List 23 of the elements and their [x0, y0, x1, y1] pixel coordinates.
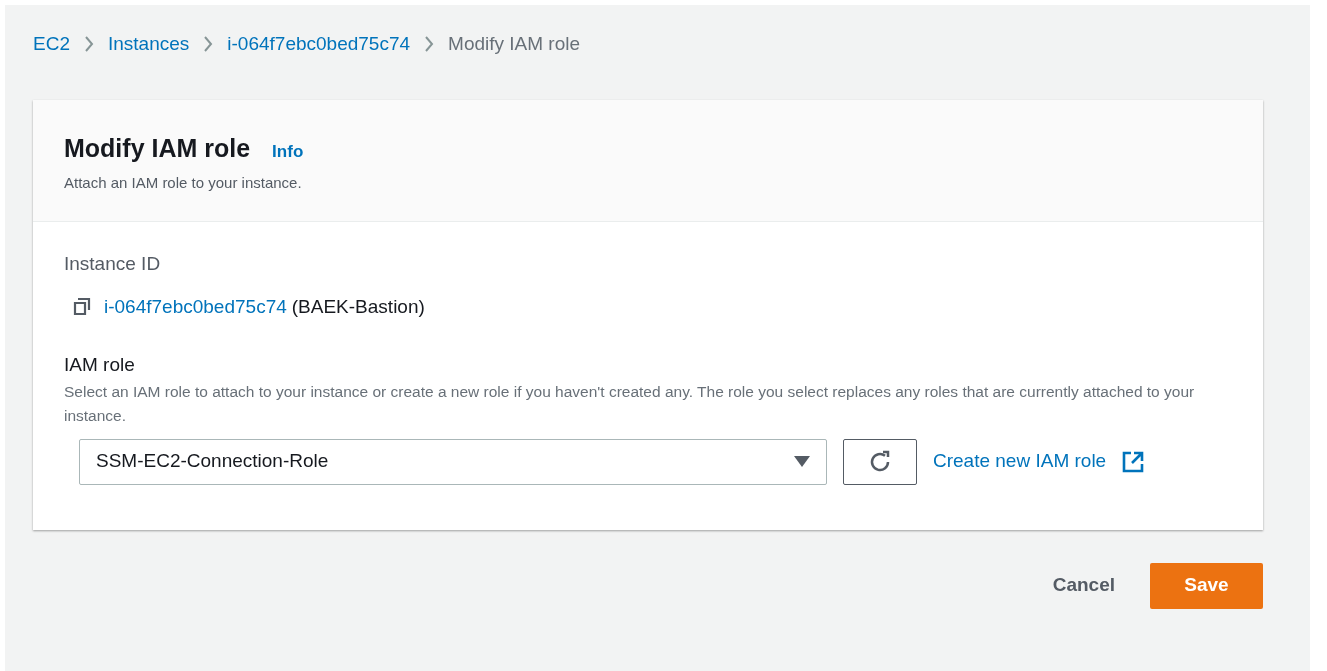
breadcrumb-link[interactable]: Instances [107, 29, 190, 59]
refresh-button[interactable] [843, 438, 917, 485]
breadcrumb-current: Modify IAM role [448, 31, 581, 56]
panel-description: Attach an IAM role to your instance. [64, 172, 303, 193]
caret-down-icon [794, 455, 810, 468]
instance-name: (BAEK-Bastion) [291, 294, 425, 319]
breadcrumb-link[interactable]: i-064f7ebc0bed75c74 [227, 29, 411, 59]
chevron-right-icon [203, 35, 214, 53]
instance-id-link[interactable]: i-064f7ebc0bed75c74 [104, 292, 287, 321]
breadcrumb-link[interactable]: EC2 [33, 29, 70, 59]
role-select[interactable]: SSM-EC2-Connection-Role [79, 438, 827, 485]
panel-title: Modify IAM role [64, 133, 251, 164]
field-hint: Select an IAM role to attach to your instance or create a new role if you haven't created any. The role you select replaces any roles that are currently attached to your instance. [64, 381, 1196, 426]
external-link-icon[interactable] [1122, 450, 1145, 473]
cancel-button[interactable]: Cancel [1050, 571, 1117, 600]
info-link[interactable]: Info [272, 139, 304, 165]
create-role-link[interactable]: Create new IAM role [933, 447, 1107, 476]
field-label: IAM role [64, 353, 136, 377]
save-button[interactable]: Save [1150, 562, 1263, 609]
field-label: Instance ID [64, 252, 162, 276]
copy-icon[interactable] [72, 296, 92, 317]
chevron-right-icon [424, 35, 435, 53]
chevron-right-icon [83, 35, 94, 53]
